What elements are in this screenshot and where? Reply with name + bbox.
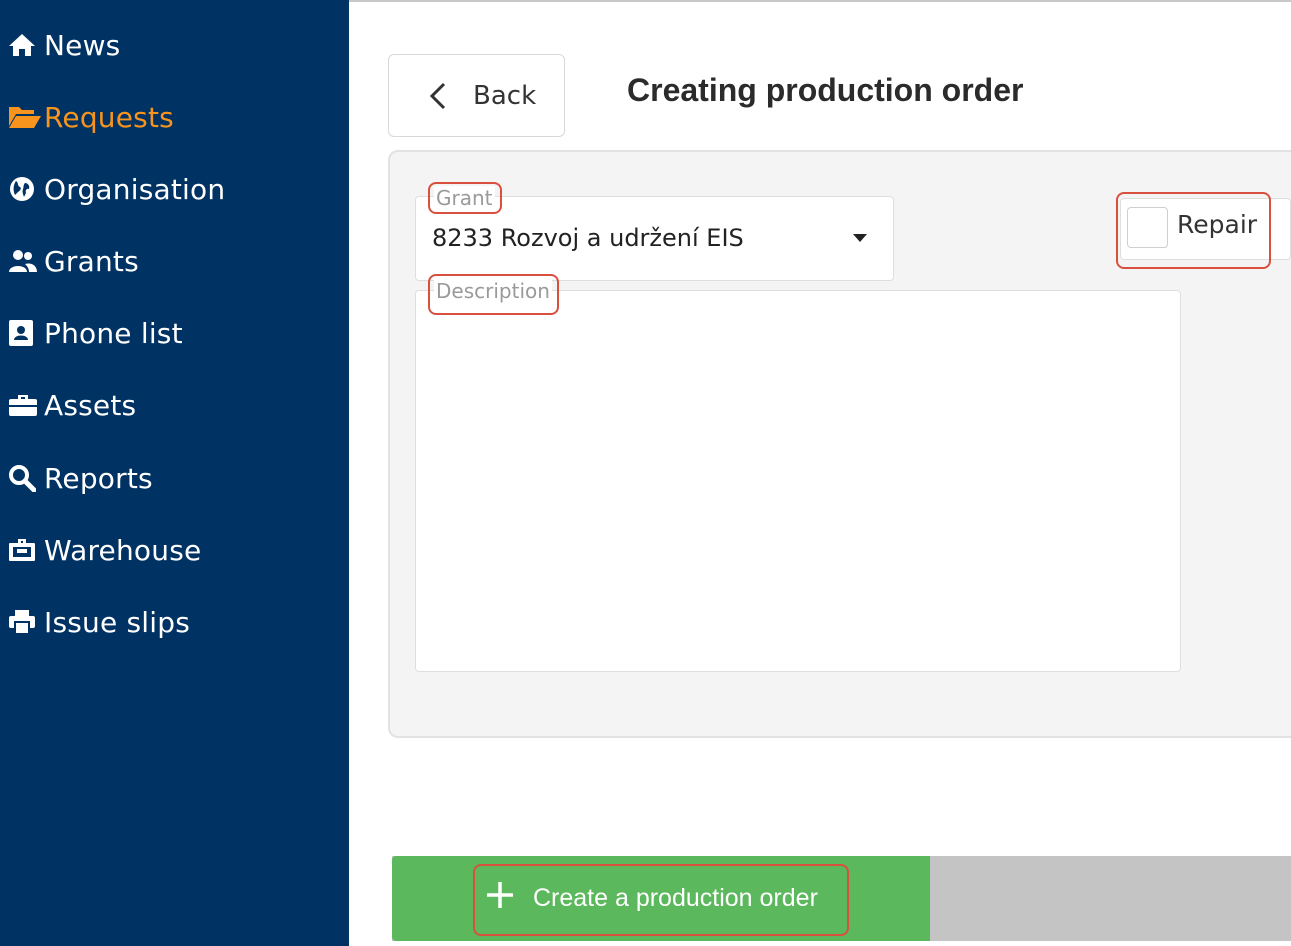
sidebar-item-reports[interactable]: Reports [8, 458, 153, 498]
sidebar-item-warehouse[interactable]: Warehouse [8, 530, 201, 570]
chevron-left-icon [429, 82, 455, 110]
folder-open-icon [8, 101, 44, 133]
sidebar-item-label: Grants [44, 244, 139, 278]
chevron-down-icon[interactable] [853, 234, 867, 242]
toolbox-icon [8, 389, 44, 421]
search-icon [8, 462, 44, 494]
contact-card-icon [8, 317, 44, 349]
sidebar-item-issue-slips[interactable]: Issue slips [8, 602, 190, 642]
description-textarea[interactable] [415, 290, 1181, 672]
annotation-highlight-repair [1116, 192, 1271, 269]
grant-select-value: 8233 Rozvoj a udržení EIS [432, 224, 744, 252]
sidebar-item-label: Reports [44, 461, 153, 495]
sidebar-item-label: Assets [44, 388, 137, 422]
page-title: Creating production order [627, 72, 1024, 108]
sidebar-item-label: Issue slips [44, 605, 191, 639]
sidebar-item-label: Requests [44, 100, 174, 134]
sidebar: News Requests Organisation Grants Phone … [0, 0, 349, 946]
sidebar-item-label: Warehouse [44, 533, 202, 567]
warehouse-icon [8, 534, 44, 566]
back-button-label: Back [473, 80, 537, 111]
sidebar-item-organisation[interactable]: Organisation [8, 169, 225, 209]
back-button[interactable]: Back [388, 54, 565, 137]
sidebar-item-phone-list[interactable]: Phone list [8, 313, 183, 353]
globe-icon [8, 173, 44, 205]
home-icon [8, 29, 44, 61]
annotation-highlight-description [428, 274, 559, 315]
sidebar-item-label: News [44, 28, 121, 62]
sidebar-item-label: Organisation [44, 172, 226, 206]
annotation-highlight-grant [428, 182, 502, 214]
sidebar-item-requests[interactable]: Requests [8, 97, 174, 137]
top-divider [349, 0, 1291, 5]
users-icon [8, 245, 44, 277]
sidebar-item-grants[interactable]: Grants [8, 241, 139, 281]
sidebar-item-label: Phone list [44, 316, 183, 350]
printer-icon [8, 606, 44, 638]
sidebar-item-news[interactable]: News [8, 25, 120, 65]
annotation-highlight-create [473, 864, 849, 936]
sidebar-item-assets[interactable]: Assets [8, 385, 136, 425]
